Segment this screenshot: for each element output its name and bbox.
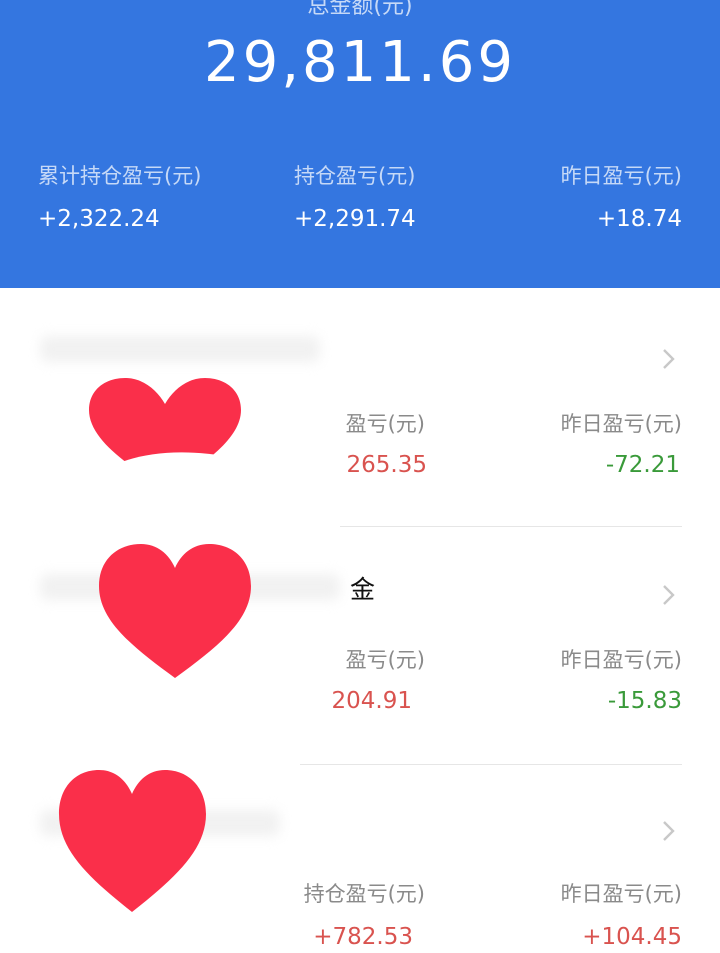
fund-name: 金 (350, 575, 376, 604)
chevron-right-icon[interactable] (662, 820, 676, 841)
yesterday-profit-loss-label: 昨日盈亏(元) (560, 882, 682, 906)
profit-loss-label: 盈亏(元) (345, 412, 425, 436)
divider (340, 526, 682, 527)
fund-list-item[interactable]: 持仓盈亏(元) +782.53 昨日盈亏(元) +104.45 (0, 766, 720, 953)
total-amount-label: 总金额(元) (307, 0, 413, 19)
profit-loss-value: 204.91 (331, 688, 412, 714)
yesterday-pl-label: 昨日盈亏(元) (560, 164, 682, 188)
chevron-right-icon[interactable] (662, 348, 676, 369)
cumulative-pl-value: +2,322.24 (38, 206, 160, 232)
cumulative-pl-stat: 累计持仓盈亏(元) +2,322.24 (38, 160, 201, 232)
summary-header: 总金额(元) 29,811.69 累计持仓盈亏(元) +2,322.24 持仓盈… (0, 0, 720, 288)
yesterday-profit-loss-value: -72.21 (605, 452, 680, 478)
fund-list-item[interactable]: 盈亏(元) 265.35 昨日盈亏(元) -72.21 (0, 288, 720, 528)
holding-pl-label: 持仓盈亏(元) (294, 164, 416, 188)
yesterday-pl-value: +18.74 (596, 206, 682, 232)
holding-pl-value: +2,291.74 (294, 206, 416, 232)
profit-loss-label: 盈亏(元) (345, 648, 425, 672)
heart-sticker-icon (59, 770, 206, 912)
heart-sticker-icon (89, 378, 241, 491)
holding-profit-loss-label: 持仓盈亏(元) (303, 882, 425, 906)
yesterday-profit-loss-value: +104.45 (582, 924, 682, 950)
chevron-right-icon[interactable] (662, 584, 676, 605)
fund-list-item[interactable]: 金 盈亏(元) 204.91 昨日盈亏(元) -15.83 (0, 528, 720, 766)
yesterday-profit-loss-label: 昨日盈亏(元) (560, 412, 682, 436)
cumulative-pl-label: 累计持仓盈亏(元) (38, 164, 202, 188)
holding-pl-stat: 持仓盈亏(元) +2,291.74 (294, 160, 416, 232)
yesterday-pl-stat: 昨日盈亏(元) +18.74 (561, 160, 682, 232)
yesterday-profit-loss-value: -15.83 (607, 688, 682, 714)
yesterday-profit-loss-label: 昨日盈亏(元) (560, 648, 682, 672)
total-amount-value: 29,811.69 (203, 30, 516, 95)
holding-profit-loss-value: +782.53 (313, 924, 413, 950)
heart-sticker-icon (99, 544, 251, 678)
redacted-fund-name (40, 336, 320, 362)
fund-portfolio-screen: 总金额(元) 29,811.69 累计持仓盈亏(元) +2,322.24 持仓盈… (0, 0, 720, 953)
divider (300, 764, 682, 765)
profit-loss-value: 265.35 (346, 452, 427, 478)
